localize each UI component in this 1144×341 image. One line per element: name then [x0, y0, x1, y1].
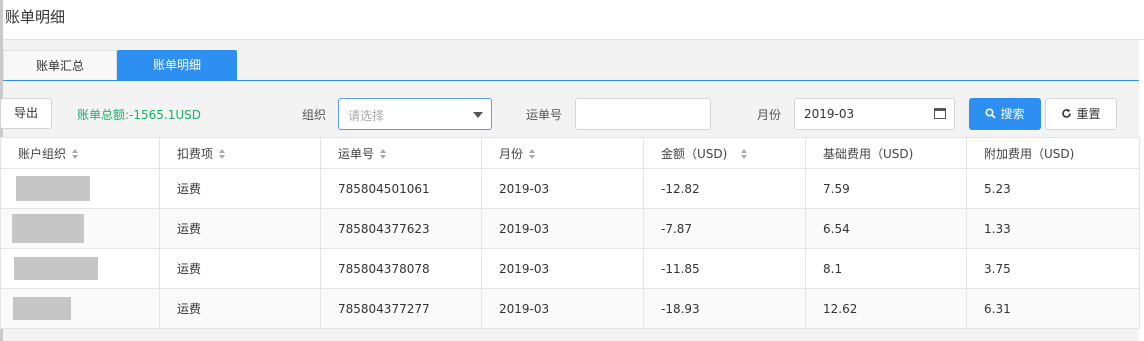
org-select[interactable]: 请选择: [338, 98, 492, 130]
extra-fee-cell: 6.31: [966, 288, 1140, 329]
waybill-cell: 785804501061: [320, 168, 482, 209]
page-header: 账单明细: [3, 0, 1144, 40]
waybill-cell: 785804377623: [320, 208, 482, 249]
bill-total-text: 账单总额:-1565.1USD: [77, 108, 202, 122]
org-cell: [0, 168, 160, 209]
tab-bill-detail[interactable]: 账单明细: [117, 50, 237, 81]
redacted-org: [14, 257, 98, 280]
table-row[interactable]: 运费 785804377623 2019-03 -7.87 6.54 1.33: [0, 208, 1140, 249]
extra-fee-cell: 1.33: [966, 208, 1140, 249]
redacted-org: [16, 176, 90, 201]
search-icon: [985, 108, 997, 119]
month-label: 月份: [757, 108, 782, 122]
redacted-org: [12, 214, 84, 243]
month-cell: 2019-03: [481, 168, 644, 209]
sort-icon[interactable]: [219, 148, 226, 160]
calendar-icon[interactable]: [934, 108, 946, 119]
amount-cell: -7.87: [643, 208, 806, 249]
org-cell: [0, 248, 160, 289]
table-header-row: 账户组织 扣费项 运单号 月份 金额（USD) 基础费用（USD) 附加费用（U…: [0, 137, 1140, 169]
column-header-month[interactable]: 月份: [481, 137, 644, 169]
table-row[interactable]: 运费 785804377277 2019-03 -18.93 12.62 6.3…: [0, 288, 1140, 329]
waybill-cell: 785804378078: [320, 248, 482, 289]
base-fee-cell: 6.54: [805, 208, 967, 249]
redacted-org: [13, 297, 71, 320]
base-fee-cell: 12.62: [805, 288, 967, 329]
org-cell: [0, 208, 160, 249]
sort-icon[interactable]: [741, 148, 748, 160]
search-button[interactable]: 搜索: [969, 98, 1041, 130]
amount-cell: -18.93: [643, 288, 806, 329]
item-cell: 运费: [159, 248, 321, 289]
column-header-extra-fee: 附加费用（USD): [966, 137, 1140, 169]
reset-button[interactable]: 重置: [1045, 98, 1117, 130]
column-header-waybill[interactable]: 运单号: [320, 137, 482, 169]
sort-icon[interactable]: [380, 148, 387, 160]
waybill-input[interactable]: [575, 98, 711, 130]
extra-fee-cell: 3.75: [966, 248, 1140, 289]
month-cell: 2019-03: [481, 248, 644, 289]
column-header-amount[interactable]: 金额（USD): [643, 137, 806, 169]
month-cell: 2019-03: [481, 208, 644, 249]
caret-down-icon: [473, 112, 483, 118]
page-title: 账单明细: [5, 8, 66, 26]
export-button[interactable]: 导出: [0, 98, 52, 129]
org-label: 组织: [302, 108, 327, 122]
extra-fee-cell: 5.23: [966, 168, 1140, 209]
item-cell: 运费: [159, 208, 321, 249]
sort-icon[interactable]: [529, 148, 536, 160]
refresh-icon: [1062, 108, 1072, 118]
org-select-placeholder: 请选择: [348, 109, 385, 123]
base-fee-cell: 8.1: [805, 248, 967, 289]
column-header-base-fee: 基础费用（USD): [805, 137, 967, 169]
sort-icon[interactable]: [72, 148, 79, 160]
tab-underline: [3, 80, 1139, 81]
month-input-value: 2019-03: [804, 107, 855, 121]
search-button-label: 搜索: [1000, 107, 1025, 121]
month-cell: 2019-03: [481, 288, 644, 329]
month-date-input[interactable]: 2019-03: [794, 98, 955, 130]
table-row[interactable]: 运费 785804378078 2019-03 -11.85 8.1 3.75: [0, 248, 1140, 289]
org-cell: [0, 288, 160, 329]
bill-detail-table: 账户组织 扣费项 运单号 月份 金额（USD) 基础费用（USD) 附加费用（U…: [0, 137, 1140, 329]
base-fee-cell: 7.59: [805, 168, 967, 209]
amount-cell: -12.82: [643, 168, 806, 209]
amount-cell: -11.85: [643, 248, 806, 289]
waybill-label: 运单号: [526, 108, 563, 122]
table-row[interactable]: 运费 785804501061 2019-03 -12.82 7.59 5.23: [0, 168, 1140, 209]
waybill-cell: 785804377277: [320, 288, 482, 329]
column-header-item[interactable]: 扣费项: [159, 137, 321, 169]
item-cell: 运费: [159, 168, 321, 209]
column-header-org[interactable]: 账户组织: [0, 137, 160, 169]
reset-button-label: 重置: [1076, 107, 1101, 121]
item-cell: 运费: [159, 288, 321, 329]
tab-bill-summary[interactable]: 账单汇总: [3, 50, 117, 81]
